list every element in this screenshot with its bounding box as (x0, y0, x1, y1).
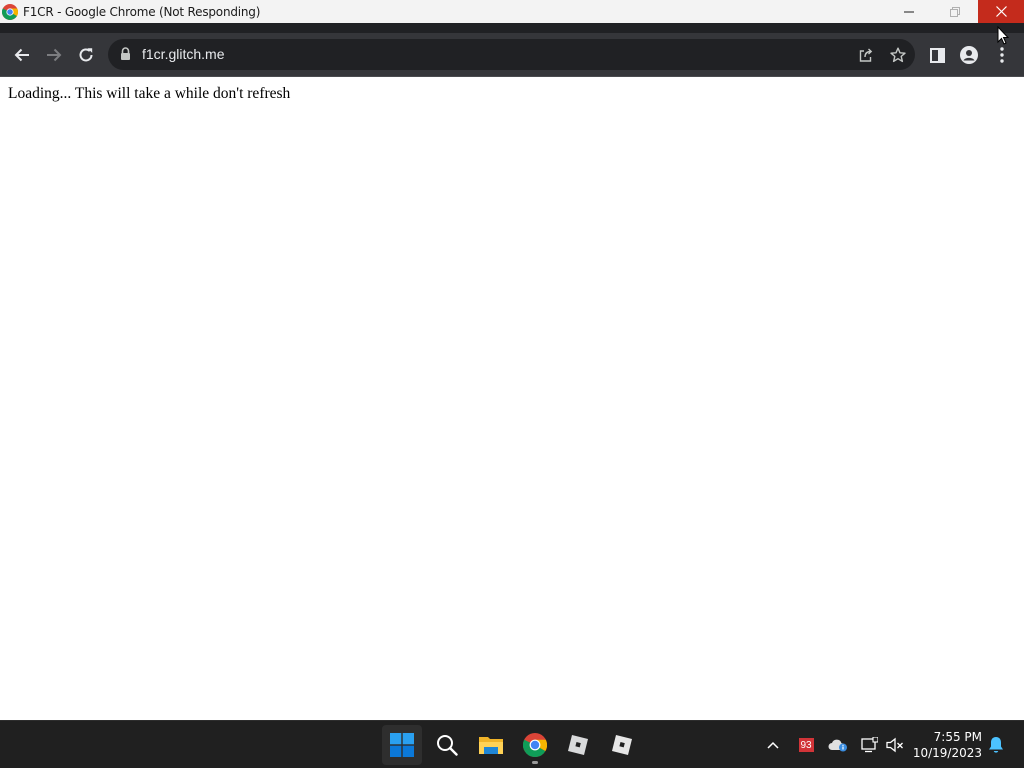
network-button[interactable] (859, 735, 879, 755)
taskbar: 93 7:55 PM 10/19/2023 (0, 720, 1024, 768)
chrome-taskbar-button[interactable] (515, 725, 555, 765)
profile-button[interactable] (958, 44, 980, 66)
onedrive-button[interactable] (828, 735, 848, 755)
back-button[interactable] (11, 44, 33, 66)
tab-strip (0, 23, 1024, 33)
file-explorer-button[interactable] (471, 725, 511, 765)
title-bar: F1CR - Google Chrome (Not Responding) (0, 0, 1024, 23)
bell-icon (989, 737, 1003, 753)
windows-start-icon (390, 733, 414, 757)
share-icon (859, 48, 873, 62)
loading-message: Loading... This will take a while don't … (8, 85, 291, 102)
close-icon (995, 6, 1007, 17)
running-indicator (532, 761, 538, 764)
mouse-cursor-icon (997, 26, 1009, 45)
reload-icon (79, 48, 93, 62)
chrome-favicon-icon (2, 3, 18, 20)
chevron-up-icon (767, 741, 779, 749)
volume-button[interactable] (885, 735, 905, 755)
bookmark-button[interactable] (889, 46, 907, 64)
folder-icon (479, 737, 503, 754)
minimize-button[interactable] (886, 0, 932, 23)
chrome-icon (523, 733, 547, 757)
side-panel-button[interactable] (926, 44, 948, 66)
window-controls (886, 0, 1024, 23)
menu-icon (1000, 47, 1004, 63)
browser-toolbar: f1cr.glitch.me (0, 33, 1024, 76)
restore-icon (950, 6, 960, 17)
roblox-studio-icon (612, 735, 632, 755)
window-title: F1CR - Google Chrome (Not Responding) (23, 4, 261, 19)
roblox-button[interactable] (558, 725, 598, 765)
back-icon (14, 48, 29, 62)
notification-count-badge: 93 (798, 738, 814, 752)
reload-button[interactable] (75, 44, 97, 66)
maximize-button[interactable] (932, 0, 978, 23)
forward-button[interactable] (43, 44, 65, 66)
star-icon (890, 47, 906, 63)
close-button[interactable] (978, 0, 1024, 23)
address-bar[interactable]: f1cr.glitch.me (108, 39, 915, 70)
url-text[interactable]: f1cr.glitch.me (142, 46, 224, 62)
side-panel-icon (929, 47, 945, 63)
menu-button[interactable] (991, 44, 1013, 66)
forward-icon (47, 48, 62, 62)
clock-time: 7:55 PM (933, 730, 982, 744)
profile-icon (960, 46, 978, 64)
network-icon (861, 737, 878, 753)
lock-icon[interactable] (120, 47, 131, 61)
roblox-icon (568, 735, 588, 755)
search-icon (437, 735, 458, 756)
system-clock[interactable]: 7:55 PM 10/19/2023 (912, 729, 982, 761)
roblox-studio-button[interactable] (602, 725, 642, 765)
volume-muted-icon (886, 737, 903, 753)
clock-date: 10/19/2023 (912, 746, 982, 760)
tray-badge-app[interactable]: 93 (796, 735, 816, 755)
page-content: Loading... This will take a while don't … (0, 77, 1024, 720)
search-button[interactable] (427, 725, 467, 765)
notifications-button[interactable] (986, 735, 1006, 755)
share-button[interactable] (857, 46, 875, 64)
start-button[interactable] (382, 725, 422, 765)
cloud-info-icon (828, 739, 847, 752)
show-hidden-icons-button[interactable] (763, 735, 783, 755)
minimize-icon (904, 11, 914, 12)
